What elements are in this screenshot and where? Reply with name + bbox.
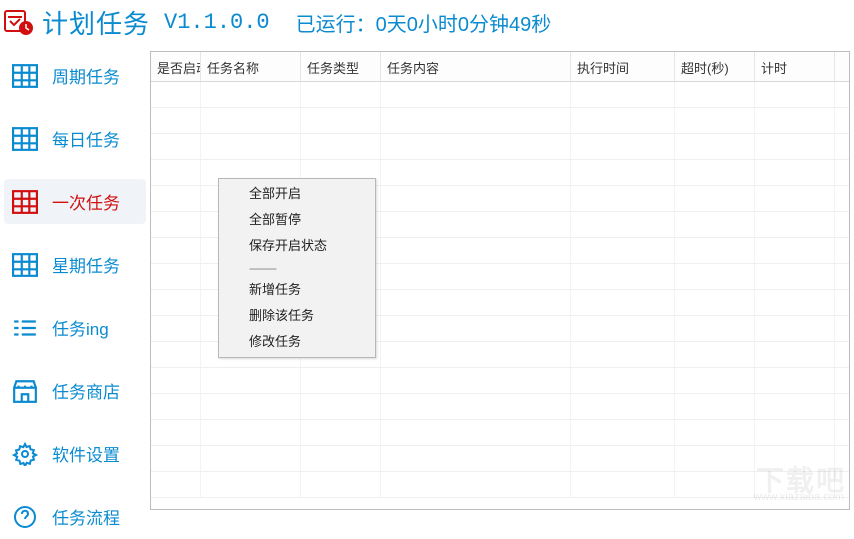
list-icon bbox=[12, 316, 38, 340]
col-header-timeout[interactable]: 超时(秒) bbox=[675, 52, 755, 81]
table-row[interactable] bbox=[151, 420, 849, 446]
runtime-prefix: 已运行： bbox=[296, 14, 376, 36]
col-header-time[interactable]: 执行时间 bbox=[571, 52, 675, 81]
sidebar-item-label: 任务ing bbox=[52, 315, 109, 340]
app-version: V1.1.0.0 bbox=[164, 10, 270, 35]
table-row[interactable] bbox=[151, 82, 849, 108]
grid-icon bbox=[12, 64, 38, 88]
table-header: 是否启动 任务名称 任务类型 任务内容 执行时间 超时(秒) 计时 bbox=[151, 52, 849, 82]
sidebar-item-daily[interactable]: 每日任务 bbox=[4, 116, 146, 161]
sidebar-item-store[interactable]: 任务商店 bbox=[4, 368, 146, 413]
sidebar: 周期任务 每日任务 一次任务 星期任务 bbox=[0, 47, 150, 510]
sidebar-item-flow[interactable]: 任务流程 bbox=[4, 494, 146, 539]
runtime-value: 0天0小时0分钟49秒 bbox=[376, 14, 552, 36]
main-area: 周期任务 每日任务 一次任务 星期任务 bbox=[0, 47, 854, 510]
col-header-name[interactable]: 任务名称 bbox=[201, 52, 301, 81]
sidebar-item-running[interactable]: 任务ing bbox=[4, 305, 146, 350]
sidebar-item-weekly[interactable]: 星期任务 bbox=[4, 242, 146, 287]
table-row[interactable] bbox=[151, 134, 849, 160]
table-row[interactable] bbox=[151, 472, 849, 498]
app-header: 计划任务 V1.1.0.0 已运行：0天0小时0分钟49秒 bbox=[0, 0, 854, 47]
sidebar-item-once[interactable]: 一次任务 bbox=[4, 179, 146, 224]
col-header-enable[interactable]: 是否启动 bbox=[151, 52, 201, 81]
runtime-label: 已运行：0天0小时0分钟49秒 bbox=[296, 8, 552, 37]
grid-icon bbox=[12, 253, 38, 277]
sidebar-item-label: 每日任务 bbox=[52, 126, 120, 151]
table-row[interactable] bbox=[151, 368, 849, 394]
app-logo-icon bbox=[4, 10, 34, 36]
menu-add-task[interactable]: 新增任务 bbox=[219, 277, 375, 303]
store-icon bbox=[12, 379, 38, 403]
col-header-type[interactable]: 任务类型 bbox=[301, 52, 381, 81]
sidebar-item-label: 任务流程 bbox=[52, 504, 120, 529]
col-header-content[interactable]: 任务内容 bbox=[381, 52, 571, 81]
menu-delete-task[interactable]: 删除该任务 bbox=[219, 303, 375, 329]
grid-icon bbox=[12, 127, 38, 151]
sidebar-item-label: 一次任务 bbox=[52, 189, 120, 214]
app-title: 计划任务 bbox=[42, 4, 150, 41]
menu-pause-all[interactable]: 全部暂停 bbox=[219, 207, 375, 233]
menu-separator: --------- bbox=[219, 259, 375, 277]
menu-save-state[interactable]: 保存开启状态 bbox=[219, 233, 375, 259]
sidebar-item-label: 周期任务 bbox=[52, 63, 120, 88]
menu-edit-task[interactable]: 修改任务 bbox=[219, 329, 375, 355]
gear-icon bbox=[12, 442, 38, 466]
grid-icon bbox=[12, 190, 38, 214]
table-row[interactable] bbox=[151, 446, 849, 472]
sidebar-item-periodic[interactable]: 周期任务 bbox=[4, 53, 146, 98]
sidebar-item-label: 软件设置 bbox=[52, 441, 120, 466]
sidebar-item-settings[interactable]: 软件设置 bbox=[4, 431, 146, 476]
help-icon bbox=[12, 505, 38, 529]
sidebar-item-label: 任务商店 bbox=[52, 378, 120, 403]
menu-open-all[interactable]: 全部开启 bbox=[219, 181, 375, 207]
col-header-timer[interactable]: 计时 bbox=[755, 52, 835, 81]
context-menu: 全部开启 全部暂停 保存开启状态 --------- 新增任务 删除该任务 修改… bbox=[218, 178, 376, 358]
table-row[interactable] bbox=[151, 394, 849, 420]
table-row[interactable] bbox=[151, 108, 849, 134]
sidebar-item-label: 星期任务 bbox=[52, 252, 120, 277]
